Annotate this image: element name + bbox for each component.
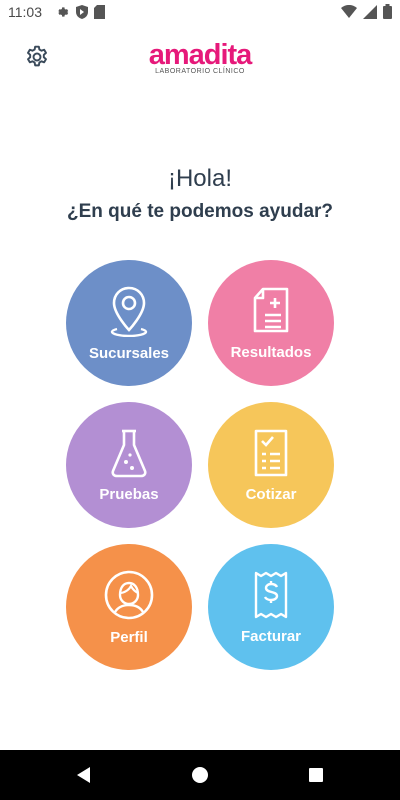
sd-card-icon xyxy=(94,5,105,19)
back-icon[interactable] xyxy=(72,763,96,787)
system-nav-bar xyxy=(0,750,400,800)
play-protect-icon xyxy=(76,5,88,19)
facturar-button[interactable]: Facturar xyxy=(208,544,334,670)
cotizar-button[interactable]: Cotizar xyxy=(208,402,334,528)
tile-label: Cotizar xyxy=(245,485,297,503)
battery-icon xyxy=(383,4,392,19)
wifi-icon xyxy=(341,5,357,18)
sucursales-button[interactable]: Sucursales xyxy=(66,260,192,386)
status-time: 11:03 xyxy=(8,4,42,20)
document-plus-icon xyxy=(253,287,289,332)
brand-logo: amadita LABORATORIO CLÍNICO xyxy=(138,40,262,75)
tile-label: Sucursales xyxy=(88,344,170,362)
flask-icon xyxy=(111,429,147,477)
tile-label: Facturar xyxy=(240,627,302,645)
home-icon[interactable] xyxy=(188,763,212,787)
greeting-title: ¡Hola! xyxy=(167,165,233,192)
receipt-dollar-icon xyxy=(254,571,288,618)
perfil-button[interactable]: Perfil xyxy=(66,544,192,670)
tile-label: Perfil xyxy=(110,628,148,646)
status-bar: 11:03 xyxy=(0,0,400,24)
settings-gear-icon[interactable] xyxy=(24,44,50,70)
user-icon xyxy=(104,570,154,619)
checklist-icon xyxy=(254,429,288,476)
signal-icon xyxy=(363,4,377,19)
pruebas-button[interactable]: Pruebas xyxy=(66,402,192,528)
brand-name: amadita xyxy=(148,39,253,71)
location-pin-icon xyxy=(110,286,148,337)
tile-label: Resultados xyxy=(230,343,312,361)
recents-icon[interactable] xyxy=(304,763,328,787)
greeting-question: ¿En qué te podemos ayudar? xyxy=(66,201,334,222)
tile-label: Pruebas xyxy=(99,485,159,503)
resultados-button[interactable]: Resultados xyxy=(208,260,334,386)
gear-icon xyxy=(58,7,69,17)
brand-subtitle: LABORATORIO CLÍNICO xyxy=(155,68,245,75)
